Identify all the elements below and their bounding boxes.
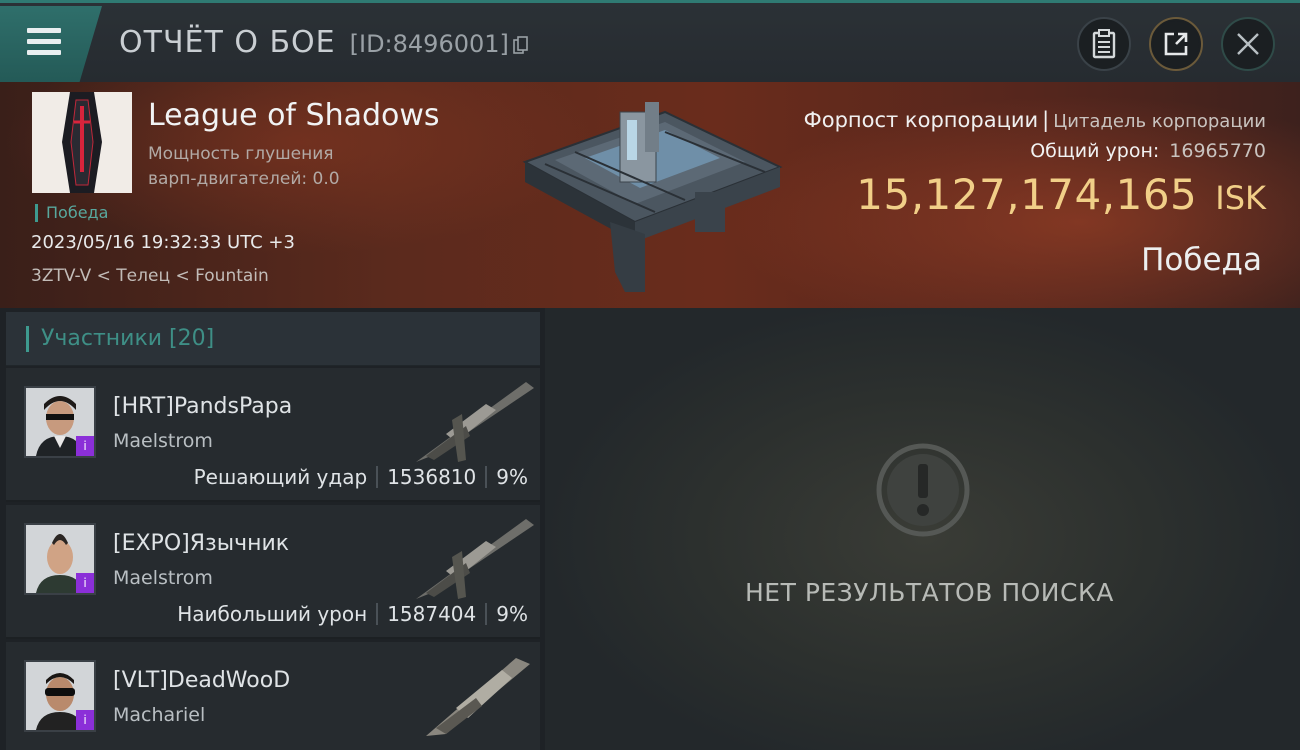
- target-subtype: Цитадель корпорации: [1053, 111, 1266, 132]
- alert-icon: [876, 443, 970, 537]
- participant-row[interactable]: i [VLT]DeadWooD Machariel: [6, 642, 540, 750]
- battle-location[interactable]: 3ZTV-V < Телец < Fountain: [31, 266, 269, 286]
- total-damage-label: Общий урон:: [1030, 140, 1160, 162]
- citadel-structure-image: [522, 102, 783, 292]
- pilot-name[interactable]: [HRT]PandsPapa: [113, 394, 292, 419]
- menu-button[interactable]: [0, 6, 102, 82]
- clipboard-icon: [1092, 29, 1116, 59]
- role-badge-icon: i: [76, 710, 94, 730]
- warp-scramble-info: Мощность глушения варп-двигателей: 0.0: [148, 142, 340, 192]
- ship-name: Maelstrom: [113, 430, 213, 452]
- warp-scramble-line2: варп-двигателей: 0.0: [148, 169, 340, 189]
- copy-icon[interactable]: [513, 36, 528, 54]
- role-badge-icon: i: [76, 436, 94, 456]
- pilot-avatar[interactable]: i: [24, 386, 96, 458]
- ship-name: Maelstrom: [113, 567, 213, 589]
- isk-unit: ISK: [1215, 179, 1266, 217]
- page-title: ОТЧЁТ О БОЕ: [119, 25, 336, 60]
- battle-datetime: 2023/05/16 19:32:33 UTC +3: [31, 232, 295, 253]
- participant-row[interactable]: i [HRT]PandsPapa Maelstrom Решающий удар…: [6, 368, 540, 502]
- participant-damage: 1587404: [387, 602, 477, 626]
- ship-icon: [416, 382, 534, 462]
- isk-amount: 15,127,174,165: [856, 170, 1198, 219]
- participant-damage: 1536810: [387, 465, 477, 489]
- target-type: Форпост корпорации: [803, 108, 1039, 132]
- warp-scramble-line1: Мощность глушения: [148, 144, 334, 164]
- corporation-name[interactable]: League of Shadows: [148, 98, 440, 133]
- participant-stats: Решающий удар 1536810 9%: [194, 465, 528, 489]
- participant-role: Решающий удар: [193, 465, 368, 489]
- share-icon: [1164, 32, 1188, 56]
- top-actions: [1077, 17, 1275, 71]
- participant-stats: Наибольший урон 1587404 9%: [177, 602, 528, 626]
- pilot-avatar[interactable]: i: [24, 660, 96, 732]
- participant-percent: 9%: [496, 465, 528, 489]
- report-id: [ID:8496001]: [349, 30, 509, 58]
- pilot-avatar[interactable]: i: [24, 523, 96, 595]
- corporation-logo[interactable]: [32, 92, 132, 193]
- participant-percent: 9%: [496, 602, 528, 626]
- result-tag: Победа: [35, 204, 108, 222]
- participant-role: Наибольший урон: [177, 602, 368, 626]
- participants-panel: Участники [20] i [HRT]PandsPapa Maelstro…: [6, 312, 540, 750]
- hamburger-icon: [27, 28, 61, 55]
- ship-icon: [426, 658, 530, 736]
- clipboard-button[interactable]: [1077, 17, 1131, 71]
- ship-name: Machariel: [113, 704, 206, 726]
- title-group: ОТЧЁТ О БОЕ [ID:8496001]: [119, 25, 528, 60]
- total-damage-value: 16965770: [1169, 140, 1266, 162]
- top-bar: ОТЧЁТ О БОЕ [ID:8496001]: [0, 0, 1300, 82]
- participants-title: Участники [20]: [41, 326, 215, 351]
- participant-row[interactable]: i [EXPO]Язычник Maelstrom Наибольший уро…: [6, 505, 540, 639]
- participants-header: Участники [20]: [6, 312, 540, 366]
- pilot-name[interactable]: [VLT]DeadWooD: [113, 668, 290, 693]
- results-area: НЕТ РЕЗУЛЬТАТОВ ПОИСКА: [545, 308, 1300, 750]
- role-badge-icon: i: [76, 573, 94, 593]
- ship-icon: [416, 519, 534, 599]
- target-type-line: Форпост корпорации | Цитадель корпорации: [803, 108, 1266, 132]
- share-button[interactable]: [1149, 17, 1203, 71]
- close-button[interactable]: [1221, 17, 1275, 71]
- close-icon: [1237, 33, 1259, 55]
- no-results-message: НЕТ РЕЗУЛЬТАТОВ ПОИСКА: [745, 578, 1114, 607]
- isk-loss: 15,127,174,165 ISK: [856, 170, 1266, 219]
- battle-outcome: Победа: [1141, 242, 1262, 278]
- battle-summary-banner: League of Shadows Мощность глушения варп…: [0, 82, 1300, 308]
- pilot-name[interactable]: [EXPO]Язычник: [113, 531, 289, 556]
- total-damage: Общий урон: 16965770: [1030, 140, 1266, 162]
